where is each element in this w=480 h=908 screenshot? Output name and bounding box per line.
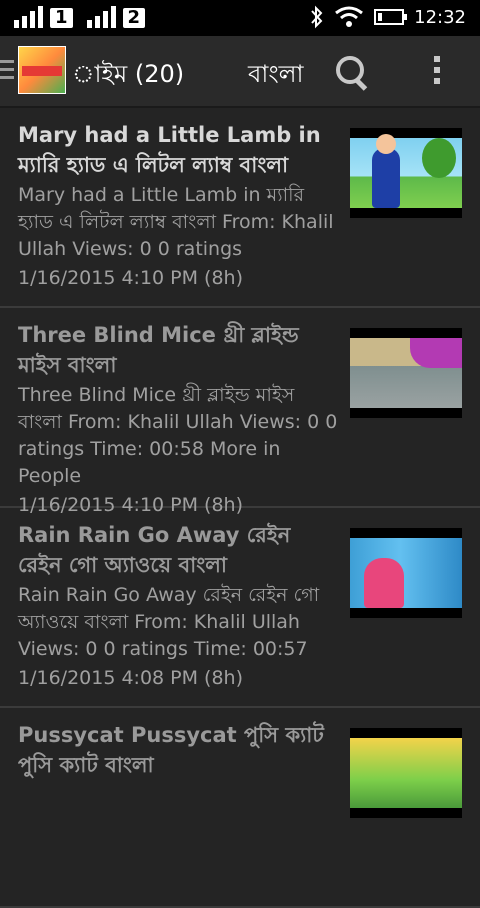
list-item[interactable]: Mary had a Little Lamb in ম্যারি হ্যাড এ…: [0, 108, 480, 308]
signal-icon: [86, 6, 116, 28]
list-item[interactable]: Rain Rain Go Away রেইন রেইন গো অ্যাওয়ে …: [0, 508, 480, 708]
item-timestamp: 1/16/2015 4:08 PM (8h): [18, 667, 244, 689]
overflow-menu-icon[interactable]: [432, 56, 442, 89]
sim1-badge: 1: [50, 8, 73, 28]
app-logo[interactable]: [18, 46, 66, 94]
video-list: Mary had a Little Lamb in ম্যারি হ্যাড এ…: [0, 108, 480, 908]
language-button[interactable]: বাংলা: [248, 56, 304, 96]
video-thumbnail[interactable]: [350, 328, 462, 418]
item-title: Rain Rain Go Away রেইন রেইন গো অ্যাওয়ে …: [18, 523, 291, 577]
menu-icon[interactable]: [0, 60, 14, 84]
search-icon[interactable]: [336, 56, 370, 91]
sim2-badge: 2: [122, 8, 146, 28]
page-title: াইম (20): [72, 60, 185, 88]
list-item[interactable]: Pussycat Pussycat পুসি ক্যাট পুসি ক্যাট …: [0, 708, 480, 908]
item-description: Three Blind Mice থ্রী ব্লাইন্ড মাইস বাংল…: [18, 384, 338, 487]
item-timestamp: 1/16/2015 4:10 PM (8h): [18, 267, 244, 289]
battery-icon: [374, 9, 408, 25]
status-bar: 1 2 12:32: [0, 0, 480, 36]
video-thumbnail[interactable]: [350, 128, 462, 218]
item-description: Rain Rain Go Away রেইন রেইন গো অ্যাওয়ে …: [18, 584, 320, 660]
item-title: Three Blind Mice থ্রী ব্লাইন্ড মাইস বাংল…: [18, 323, 299, 377]
sim-signals: 1 2: [14, 6, 146, 28]
signal-icon: [14, 6, 43, 28]
item-description: Mary had a Little Lamb in ম্যারি হ্যাড এ…: [18, 184, 334, 260]
bluetooth-icon: [311, 5, 323, 29]
action-bar: াইম (20) বাংলা: [0, 36, 480, 108]
clock: 12:32: [414, 6, 466, 28]
video-thumbnail[interactable]: [350, 728, 462, 818]
wifi-icon: [335, 6, 364, 27]
item-title: Pussycat Pussycat পুসি ক্যাট পুসি ক্যাট …: [18, 723, 324, 777]
video-thumbnail[interactable]: [350, 528, 462, 618]
list-item[interactable]: Three Blind Mice থ্রী ব্লাইন্ড মাইস বাংল…: [0, 308, 480, 516]
item-title: Mary had a Little Lamb in ম্যারি হ্যাড এ…: [18, 123, 321, 177]
